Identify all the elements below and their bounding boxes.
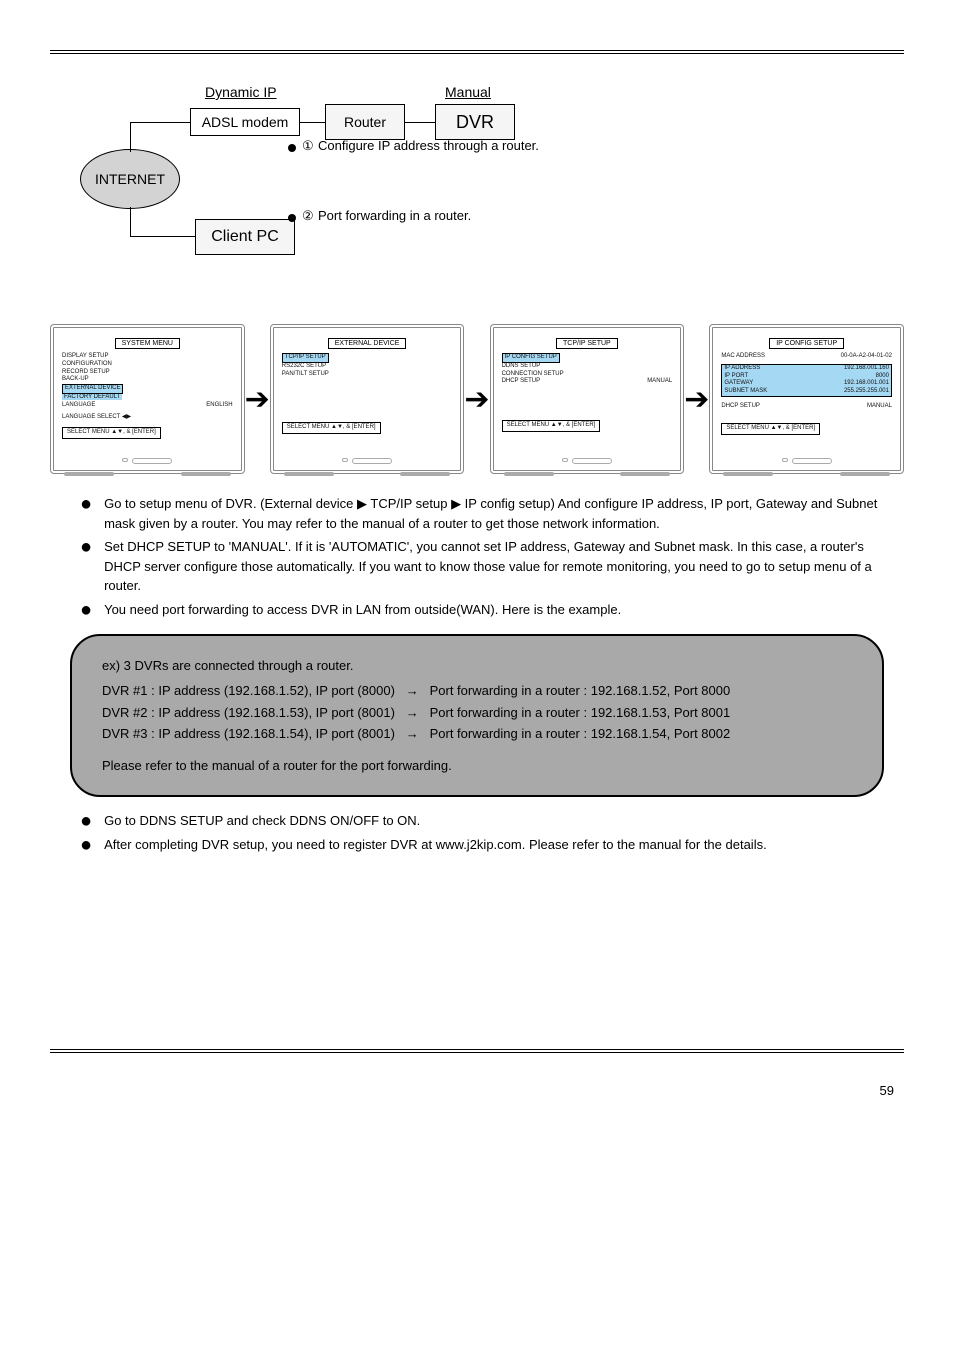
menu-item: IP ADDRESS	[724, 365, 760, 373]
note-title: ex) 3 DVRs are connected through a route…	[102, 656, 852, 676]
page-bottom-rule	[50, 1049, 904, 1053]
menu-screen-external-device: EXTERNAL DEVICE TCP/IP SETUP RS232C SETU…	[270, 324, 465, 474]
arrow-right-icon: ➔	[464, 382, 489, 417]
page-top-rule	[50, 50, 904, 54]
note-text: DVR #3 : IP address (192.168.1.54), IP p…	[102, 726, 395, 741]
menu-value: 192.168.001.001	[844, 380, 889, 388]
note-text: DVR #1 : IP address (192.168.1.52), IP p…	[102, 683, 395, 698]
menu-footer: SELECT MENU ▲▼, & [ENTER]	[62, 427, 161, 439]
diagram-caption-marker	[288, 144, 296, 152]
node-adsl-modem: ADSL modem	[190, 108, 300, 136]
instruction-item: ● You need port forwarding to access DVR…	[80, 600, 904, 620]
instruction-text: Go to DDNS SETUP and check DDNS ON/OFF t…	[104, 811, 904, 831]
menu-item: RECORD SETUP	[62, 369, 233, 377]
instruction-text: Go to setup menu of DVR. (External devic…	[104, 496, 357, 511]
diagram-caption-text-2: Port forwarding in a router.	[318, 208, 471, 223]
menu-item: CONNECTION SETUP	[502, 371, 673, 379]
connector-line	[130, 122, 131, 152]
connector-line	[300, 122, 325, 123]
menu-item: DHCP SETUP	[721, 403, 760, 411]
bullet-icon: ●	[80, 600, 92, 620]
menu-item: PAN/TILT SETUP	[282, 371, 453, 379]
bullet-icon: ●	[80, 835, 92, 855]
network-diagram: Dynamic IP Manual ADSL modem Router DVR …	[70, 84, 904, 314]
instruction-item: ● Go to setup menu of DVR. (External dev…	[80, 494, 904, 533]
menu-item: SUBNET MASK	[724, 388, 767, 396]
note-text: Port forwarding in a router : 192.168.1.…	[430, 726, 731, 741]
instruction-item: ● Set DHCP SETUP to 'MANUAL'. If it is '…	[80, 537, 904, 596]
arrow-right-icon: ➔	[245, 382, 270, 417]
menu-item: IP PORT	[724, 373, 748, 381]
menu-item-highlight: IP CONFIG SETUP	[502, 353, 560, 363]
menu-value: MANUAL	[647, 378, 672, 386]
example-note-box: ex) 3 DVRs are connected through a route…	[70, 634, 884, 798]
instruction-text: After completing DVR setup, you need to …	[104, 835, 904, 855]
connector-line	[130, 236, 195, 237]
play-icon: ▶	[357, 494, 367, 514]
note-text: DVR #2 : IP address (192.168.1.53), IP p…	[102, 705, 395, 720]
menu-footer: SELECT MENU ▲▼, & [ENTER]	[282, 422, 381, 434]
diagram-caption-text-1: Configure IP address through a router.	[318, 138, 539, 153]
diagram-caption-num-1: ①	[302, 138, 314, 154]
menu-screen-system: SYSTEM MENU DISPLAY SETUP CONFIGURATION …	[50, 324, 245, 474]
screen-title: SYSTEM MENU	[115, 338, 180, 349]
menu-value: 00-0A-A2-04-01-02	[841, 353, 892, 361]
note-text: Port forwarding in a router : 192.168.1.…	[430, 705, 731, 720]
node-client-pc: Client PC	[195, 219, 295, 255]
menu-value: 8000	[876, 373, 889, 381]
screen-title: TCP/IP SETUP	[556, 338, 618, 349]
instruction-item: ● Go to DDNS SETUP and check DDNS ON/OFF…	[80, 811, 904, 831]
node-router: Router	[325, 104, 405, 140]
menu-value: ENGLISH	[206, 402, 232, 410]
label-dynamic-ip: Dynamic IP	[205, 84, 277, 100]
node-internet: INTERNET	[80, 149, 180, 209]
play-icon: ▶	[451, 494, 461, 514]
instruction-list: ● Go to DDNS SETUP and check DDNS ON/OFF…	[80, 811, 904, 855]
bullet-icon: ●	[80, 537, 92, 596]
menu-item-highlight: TCP/IP SETUP	[282, 353, 329, 363]
menu-item-highlight: EXTERNAL DEVICE	[62, 384, 123, 394]
note-footer: Please refer to the manual of a router f…	[102, 756, 852, 776]
menu-item: MAC ADDRESS	[721, 353, 765, 361]
diagram-caption-marker	[288, 214, 296, 222]
instruction-text: You need port forwarding to access DVR i…	[104, 600, 904, 620]
page-footer: 59	[50, 1083, 904, 1098]
menu-screen-tcpip: TCP/IP SETUP IP CONFIG SETUP DDNS SETUP …	[490, 324, 685, 474]
menu-item: RS232C SETUP	[282, 363, 453, 371]
note-text: Port forwarding in a router : 192.168.1.…	[430, 683, 731, 698]
menu-item: GATEWAY	[724, 380, 753, 388]
menu-item: DHCP SETUP	[502, 378, 541, 386]
screen-title: IP CONFIG SETUP	[769, 338, 844, 349]
instruction-text: Set DHCP SETUP to 'MANUAL'. If it is 'AU…	[104, 537, 904, 596]
menu-value: 192.168.001.160	[844, 365, 889, 373]
diagram-caption-num-2: ②	[302, 208, 314, 224]
menu-value: MANUAL	[867, 403, 892, 411]
menu-value: 255.255.255.001	[844, 388, 889, 396]
menu-footer: SELECT MENU ▲▼, & [ENTER]	[721, 423, 820, 435]
arrow-right-icon: ➔	[684, 382, 709, 417]
connector-line	[130, 122, 190, 123]
menu-item: LANGUAGE	[62, 402, 95, 410]
menu-item-highlight: FACTORY DEFAULT	[62, 394, 122, 400]
instruction-item: ● After completing DVR setup, you need t…	[80, 835, 904, 855]
page-number: 59	[880, 1083, 894, 1098]
menu-item: CONFIGURATION	[62, 361, 233, 369]
menu-hint: LANGUAGE SELECT ◀▶	[62, 414, 233, 422]
menu-item: DDNS SETUP	[502, 363, 673, 371]
screenshot-sequence: SYSTEM MENU DISPLAY SETUP CONFIGURATION …	[50, 324, 904, 474]
menu-screen-ip-config: IP CONFIG SETUP MAC ADDRESS 00-0A-A2-04-0…	[709, 324, 904, 474]
label-manual: Manual	[445, 84, 491, 100]
bullet-icon: ●	[80, 811, 92, 831]
instruction-list: ● Go to setup menu of DVR. (External dev…	[80, 494, 904, 620]
screen-title: EXTERNAL DEVICE	[328, 338, 407, 349]
connector-line	[130, 207, 131, 237]
menu-item: DISPLAY SETUP	[62, 353, 233, 361]
instruction-text: TCP/IP setup	[367, 496, 451, 511]
menu-footer: SELECT MENU ▲▼, & [ENTER]	[502, 420, 601, 432]
menu-item: BACK-UP	[62, 376, 233, 384]
bullet-icon: ●	[80, 494, 92, 533]
connector-line	[405, 122, 435, 123]
node-dvr: DVR	[435, 104, 515, 140]
